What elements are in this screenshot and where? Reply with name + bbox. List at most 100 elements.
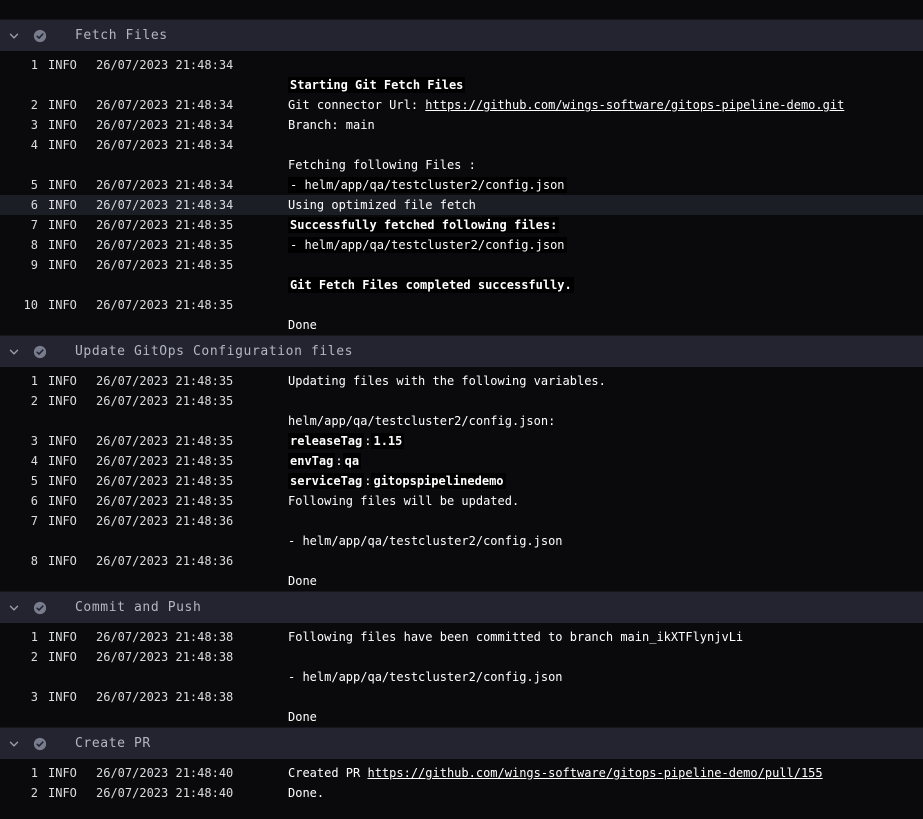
log-line: 1 INFO 26/07/2023 21:48:40 Created PR ht… bbox=[0, 763, 923, 783]
log-level: INFO bbox=[38, 95, 96, 115]
log-line: 2 INFO 26/07/2023 21:48:35 bbox=[0, 391, 923, 411]
line-number: 2 bbox=[0, 391, 38, 411]
log-line: 1 INFO 26/07/2023 21:48:34 bbox=[0, 55, 923, 75]
log-link[interactable]: https://github.com/wings-software/gitops… bbox=[425, 98, 844, 112]
log-line: - helm/app/qa/testcluster2/config.json bbox=[0, 531, 923, 551]
log-text: Created PR bbox=[288, 766, 367, 780]
log-level: INFO bbox=[38, 135, 96, 155]
log-timestamp: 26/07/2023 21:48:38 bbox=[96, 687, 288, 707]
log-line: 2 INFO 26/07/2023 21:48:38 bbox=[0, 647, 923, 667]
log-line: 4 INFO 26/07/2023 21:48:34 bbox=[0, 135, 923, 155]
log-level: INFO bbox=[38, 763, 96, 783]
log-highlight-chip: 1.15 bbox=[371, 433, 404, 449]
log-highlight-chip: Git Fetch Files completed successfully. bbox=[288, 277, 574, 293]
log-line: 2 INFO 26/07/2023 21:48:40 Done. bbox=[0, 783, 923, 803]
log-timestamp: 26/07/2023 21:48:34 bbox=[96, 175, 288, 195]
log-text: Updating files with the following variab… bbox=[288, 374, 606, 388]
log-message: Using optimized file fetch bbox=[288, 195, 923, 215]
check-circle-icon bbox=[33, 601, 47, 615]
check-circle-icon bbox=[33, 345, 47, 359]
log-line: 6 INFO 26/07/2023 21:48:35 Following fil… bbox=[0, 491, 923, 511]
log-line: 2 INFO 26/07/2023 21:48:34 Git connector… bbox=[0, 95, 923, 115]
log-message: Git Fetch Files completed successfully. bbox=[288, 275, 923, 295]
log-line: 1 INFO 26/07/2023 21:48:38 Following fil… bbox=[0, 627, 923, 647]
log-level: INFO bbox=[38, 783, 96, 803]
line-number: 2 bbox=[0, 95, 38, 115]
log-message: Following files have been committed to b… bbox=[288, 627, 923, 647]
log-timestamp: 26/07/2023 21:48:38 bbox=[96, 627, 288, 647]
chevron-down-icon[interactable] bbox=[8, 346, 20, 358]
log-text: Done bbox=[288, 574, 317, 588]
log-message bbox=[288, 687, 923, 707]
log-line: 9 INFO 26/07/2023 21:48:35 bbox=[0, 255, 923, 275]
section-header-update-gitops-configuration-files[interactable]: Update GitOps Configuration files bbox=[0, 335, 923, 367]
section-title: Update GitOps Configuration files bbox=[75, 344, 353, 359]
log-line: 10 INFO 26/07/2023 21:48:35 bbox=[0, 295, 923, 315]
chevron-down-icon[interactable] bbox=[8, 738, 20, 750]
log-text: Done. bbox=[288, 786, 324, 800]
log-level: INFO bbox=[38, 255, 96, 275]
log-level bbox=[38, 75, 96, 95]
log-level: INFO bbox=[38, 511, 96, 531]
section-body: 1 INFO 26/07/2023 21:48:40 Created PR ht… bbox=[0, 759, 923, 803]
log-section: Commit and Push 1 INFO 26/07/2023 21:48:… bbox=[0, 591, 923, 727]
line-number: 3 bbox=[0, 431, 38, 451]
log-line: Done bbox=[0, 707, 923, 727]
log-timestamp: 26/07/2023 21:48:35 bbox=[96, 471, 288, 491]
section-header-create-pr[interactable]: Create PR bbox=[0, 727, 923, 759]
line-number bbox=[0, 411, 38, 431]
log-timestamp bbox=[96, 707, 288, 727]
line-number bbox=[0, 571, 38, 591]
log-level bbox=[38, 411, 96, 431]
log-message: Done bbox=[288, 315, 923, 335]
line-number: 10 bbox=[0, 295, 38, 315]
log-line-highlighted: 6 INFO 26/07/2023 21:48:34 Using optimiz… bbox=[0, 195, 923, 215]
log-level bbox=[38, 531, 96, 551]
log-level: INFO bbox=[38, 295, 96, 315]
log-line: 3 INFO 26/07/2023 21:48:34 Branch: main bbox=[0, 115, 923, 135]
line-number bbox=[0, 155, 38, 175]
log-level bbox=[38, 315, 96, 335]
section-title: Commit and Push bbox=[75, 600, 201, 615]
chevron-down-icon[interactable] bbox=[8, 30, 20, 42]
log-highlight-chip: Successfully fetched following files: bbox=[288, 217, 559, 233]
section-body: 1 INFO 26/07/2023 21:48:34 Starting Git … bbox=[0, 51, 923, 335]
section-body: 1 INFO 26/07/2023 21:48:35 Updating file… bbox=[0, 367, 923, 591]
log-line: 3 INFO 26/07/2023 21:48:38 bbox=[0, 687, 923, 707]
log-highlight-chip: - helm/app/qa/testcluster2/config.json bbox=[288, 177, 567, 193]
line-number bbox=[0, 315, 38, 335]
section-header-commit-and-push[interactable]: Commit and Push bbox=[0, 591, 923, 623]
line-number: 1 bbox=[0, 627, 38, 647]
log-timestamp: 26/07/2023 21:48:38 bbox=[96, 647, 288, 667]
log-timestamp: 26/07/2023 21:48:35 bbox=[96, 391, 288, 411]
log-line: 5 INFO 26/07/2023 21:48:35 serviceTag:gi… bbox=[0, 471, 923, 491]
line-number: 1 bbox=[0, 371, 38, 391]
section-body: 1 INFO 26/07/2023 21:48:38 Following fil… bbox=[0, 623, 923, 727]
log-message: envTag:qa bbox=[288, 451, 923, 471]
line-number bbox=[0, 667, 38, 687]
section-header-fetch-files[interactable]: Fetch Files bbox=[0, 19, 923, 51]
log-text: Done bbox=[288, 710, 317, 724]
log-line: Git Fetch Files completed successfully. bbox=[0, 275, 923, 295]
chevron-down-icon[interactable] bbox=[8, 602, 20, 614]
line-number: 6 bbox=[0, 195, 38, 215]
log-timestamp: 26/07/2023 21:48:35 bbox=[96, 491, 288, 511]
line-number: 1 bbox=[0, 763, 38, 783]
line-number: 5 bbox=[0, 471, 38, 491]
log-level bbox=[38, 707, 96, 727]
log-timestamp: 26/07/2023 21:48:34 bbox=[96, 55, 288, 75]
log-timestamp: 26/07/2023 21:48:35 bbox=[96, 235, 288, 255]
log-line: helm/app/qa/testcluster2/config.json: bbox=[0, 411, 923, 431]
log-line: - helm/app/qa/testcluster2/config.json bbox=[0, 667, 923, 687]
log-text: Following files have been committed to b… bbox=[288, 630, 743, 644]
log-level: INFO bbox=[38, 391, 96, 411]
log-level bbox=[38, 275, 96, 295]
log-text: Following files will be updated. bbox=[288, 494, 519, 508]
log-timestamp: 26/07/2023 21:48:35 bbox=[96, 451, 288, 471]
log-line: 3 INFO 26/07/2023 21:48:35 releaseTag:1.… bbox=[0, 431, 923, 451]
log-message: Done bbox=[288, 707, 923, 727]
section-title: Fetch Files bbox=[75, 28, 168, 43]
check-circle-icon bbox=[33, 29, 47, 43]
log-link[interactable]: https://github.com/wings-software/gitops… bbox=[367, 766, 822, 780]
line-number: 3 bbox=[0, 115, 38, 135]
